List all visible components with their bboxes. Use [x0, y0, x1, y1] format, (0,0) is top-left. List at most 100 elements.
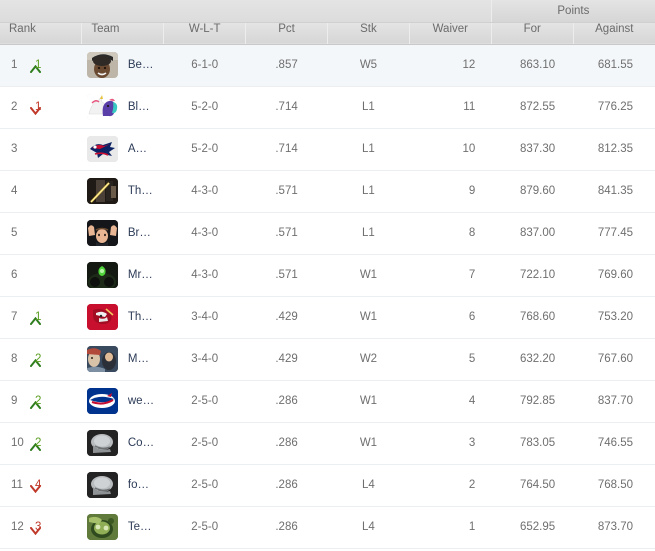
rank-move-indicator: 1: [30, 59, 42, 73]
cell-points-against: 873.70: [573, 506, 655, 549]
cell-points-against: 768.50: [573, 464, 655, 507]
photo-face-hands-icon[interactable]: [86, 220, 118, 246]
rank-number: 2: [11, 101, 18, 113]
cell-rank: 2 1: [0, 86, 82, 129]
header-group-blank: [0, 0, 492, 23]
team-name-link[interactable]: Teenage Mutant Ninja Bortles: [128, 521, 155, 533]
column-header-rank[interactable]: Rank: [0, 22, 82, 45]
cell-pct: .857: [245, 44, 328, 87]
team-name-link[interactable]: we're going hamburger buns: [128, 395, 155, 407]
rank-move-amount: 1: [35, 311, 42, 323]
team-name-link[interactable]: AMurray AMurray by Bangladesh: [128, 143, 155, 155]
cell-pct: .429: [245, 338, 328, 381]
bills-logo-icon[interactable]: [86, 388, 118, 414]
team-name-link[interactable]: BradyLivesMatter: [128, 227, 155, 239]
cell-rank: 8 2: [0, 338, 82, 381]
cell-waiver: 2: [409, 464, 492, 507]
helmet-grey-icon[interactable]: [86, 472, 118, 498]
rank-move-amount: 1: [35, 101, 42, 113]
rank-number: 10: [11, 437, 24, 449]
cell-points-for: 632.20: [491, 338, 574, 381]
table-row[interactable]: 1 1 Beef Mo' Twenny Fo' 6-1-0 .857 W5 12: [0, 44, 655, 87]
table-row[interactable]: 7 1 The Winston Unfiltereds 3-4-0 .429 W…: [0, 296, 655, 339]
table-row[interactable]: 9 2 we're going hamburger buns 2-5-0 .28…: [0, 380, 655, 423]
team-name-link[interactable]: Mr Toad's Wild Ride: [128, 269, 155, 281]
cell-stk: W1: [327, 254, 410, 297]
cell-rank: 3: [0, 128, 82, 171]
team-name-link[interactable]: Colostomy Bags: [128, 437, 155, 449]
cell-stk: L1: [327, 212, 410, 255]
photo-person-dark-cap-icon[interactable]: [86, 52, 118, 78]
cell-points-against: 777.45: [573, 212, 655, 255]
cell-pct: .571: [245, 212, 328, 255]
cell-pct: .714: [245, 86, 328, 129]
team-name-link[interactable]: More Bell Cows: [128, 353, 155, 365]
patriots-logo-icon[interactable]: [86, 136, 118, 162]
team-name-link[interactable]: The Winston Unfiltereds: [128, 311, 155, 323]
rank-move-indicator: 1: [30, 311, 42, 325]
cell-stk: W2: [327, 338, 410, 381]
cell-rank: 12 3: [0, 506, 82, 549]
rank-number: 8: [11, 353, 18, 365]
table-row[interactable]: 6 Mr Toad's Wild Ride 4-3-0 .571 W1 7 72…: [0, 254, 655, 297]
rank-number: 12: [11, 521, 24, 533]
cell-rank: 10 2: [0, 422, 82, 465]
helmet-grey-icon[interactable]: [86, 430, 118, 456]
column-header-stk[interactable]: Stk: [327, 22, 410, 45]
table-row[interactable]: 2 1 Blue Drees 5-2-0 .714 L1 11 872.5: [0, 86, 655, 129]
buccaneers-logo-icon[interactable]: [86, 304, 118, 330]
column-header-points-against[interactable]: Against: [572, 22, 655, 45]
rank-move-amount: 2: [35, 395, 42, 407]
table-row[interactable]: 8 2 More Bell Cows 3-4-0 .429 W2 5 63: [0, 338, 655, 381]
rank-number: 6: [11, 269, 18, 281]
pony-unicorn-icon[interactable]: [86, 94, 118, 120]
rank-number: 5: [11, 227, 18, 239]
table-row[interactable]: 11 4 football fantasy fuck 2-5-0 .286 L4…: [0, 464, 655, 507]
cell-team: The Shwartz is with me: [81, 170, 164, 213]
team-name-link[interactable]: Beef Mo' Twenny Fo': [128, 59, 155, 71]
column-header-points-against-label: Against: [595, 22, 634, 35]
cell-team: football fantasy fuck: [81, 464, 164, 507]
cell-wlt: 4-3-0: [163, 170, 246, 213]
column-header-stk-label: Stk: [360, 22, 377, 35]
cell-waiver: 6: [409, 296, 492, 339]
column-header-pct-label: Pct: [278, 22, 295, 35]
rank-move-amount: 2: [35, 437, 42, 449]
cell-wlt: 4-3-0: [163, 254, 246, 297]
cell-pct: .286: [245, 380, 328, 423]
photo-green-dark-icon[interactable]: [86, 262, 118, 288]
column-header-team[interactable]: Team: [81, 22, 164, 45]
cell-pct: .286: [245, 506, 328, 549]
photo-lightsaber-dark-icon[interactable]: [86, 178, 118, 204]
cell-team: BradyLivesMatter: [81, 212, 164, 255]
cell-wlt: 6-1-0: [163, 44, 246, 87]
rank-number: 1: [11, 59, 18, 71]
cell-wlt: 5-2-0: [163, 128, 246, 171]
rank-move-indicator: 1: [30, 101, 42, 115]
column-header-waiver[interactable]: Waiver: [408, 22, 492, 45]
column-header-points-for[interactable]: For: [490, 22, 574, 45]
table-row[interactable]: 12 3 Teenage Mutant Ninja Bortles 2-5-0 …: [0, 506, 655, 549]
team-name-link[interactable]: Blue Drees: [128, 101, 155, 113]
team-name-link[interactable]: The Shwartz is with me: [128, 185, 155, 197]
table-row[interactable]: 3 AMurray AMurray by Bangladesh 5-2-0 .7…: [0, 128, 655, 171]
rank-move-indicator: 4: [30, 479, 41, 493]
column-header-wlt-label: W-L-T: [188, 22, 221, 35]
table-row[interactable]: 5 BradyLivesMatter 4-3-0 .571 L1 8 837.0…: [0, 212, 655, 255]
cell-waiver: 3: [409, 422, 492, 465]
rank-move-indicator: 2: [30, 395, 42, 409]
cell-stk: W5: [327, 44, 410, 87]
turtle-green-icon[interactable]: [86, 514, 118, 540]
standings-table: Points Rank Team W-L-T Pct Stk Waiver Fo…: [0, 0, 655, 549]
column-header-points-for-label: For: [523, 22, 541, 35]
table-row[interactable]: 10 2 Colostomy Bags 2-5-0 .286 W1 3 783.…: [0, 422, 655, 465]
cell-points-against: 767.60: [573, 338, 655, 381]
cell-stk: L1: [327, 128, 410, 171]
table-row[interactable]: 4 The Shwartz is with me 4-3-0 .571 L1 9…: [0, 170, 655, 213]
rank-move-amount: 1: [35, 59, 42, 71]
column-header-pct[interactable]: Pct: [245, 22, 328, 45]
photo-crowd-icon[interactable]: [86, 346, 118, 372]
team-name-link[interactable]: football fantasy fuck: [128, 479, 155, 491]
column-header-wlt[interactable]: W-L-T: [163, 22, 246, 45]
cell-waiver: 10: [409, 128, 492, 171]
